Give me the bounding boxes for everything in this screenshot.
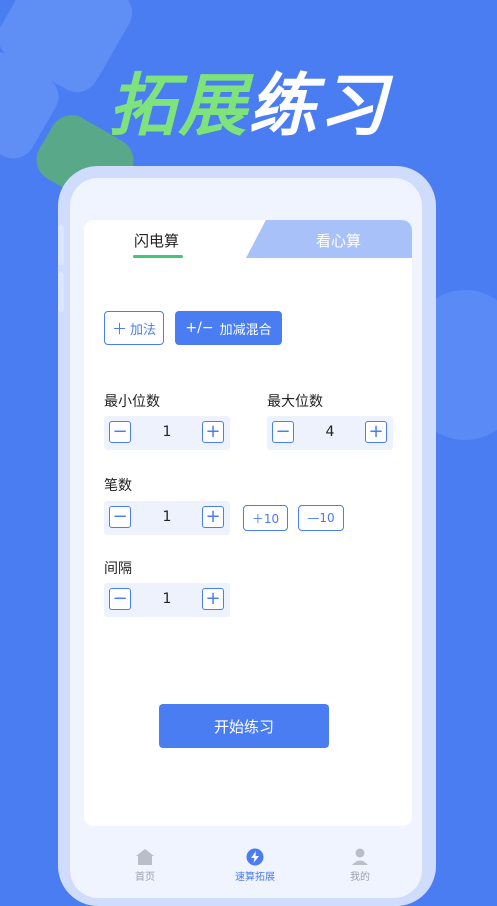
plus-button[interactable]: + [365, 421, 387, 443]
tab-mental[interactable]: 看心算 [316, 230, 361, 251]
count-label: 笔数 [104, 478, 132, 494]
plus-minus-icon: +/− [185, 320, 214, 336]
user-icon [352, 848, 368, 865]
nav-mine-label: 我的 [350, 872, 370, 883]
minus-button[interactable]: − [109, 588, 131, 610]
minus-button[interactable]: − [109, 506, 131, 528]
hero-title-part1: 拓展 [108, 67, 249, 146]
mode-mixed-button[interactable]: +/− 加减混合 [175, 311, 282, 345]
plus-button[interactable]: + [202, 506, 224, 528]
active-tab-indicator [133, 255, 183, 258]
nav-speed-calc-label: 速算拓展 [235, 872, 275, 883]
mode-mixed-label: 加减混合 [219, 322, 272, 338]
hero-title: 拓展练习 [0, 50, 497, 149]
plus-icon: ＋ [111, 319, 127, 338]
minus-button[interactable]: − [272, 421, 294, 443]
count-stepper: − 1 + [104, 501, 230, 535]
plus-ten-button[interactable]: ＋10 [243, 505, 288, 531]
nav-mine[interactable]: 我的 [330, 848, 390, 883]
start-practice-button[interactable]: 开始练习 [159, 704, 329, 748]
home-icon [136, 849, 154, 865]
tab-flash[interactable]: 闪电算 [134, 230, 179, 251]
count-value: 1 [162, 509, 172, 525]
interval-value: 1 [162, 591, 172, 607]
plus-button[interactable]: + [202, 588, 224, 610]
mode-add-label: 加法 [130, 322, 157, 338]
nav-home-label: 首页 [135, 872, 155, 883]
minus-ten-button[interactable]: —10 [298, 505, 344, 531]
max-digits-label: 最大位数 [267, 394, 323, 410]
min-digits-stepper: − 1 + [104, 416, 230, 450]
phone-side-button [58, 272, 64, 312]
minus-button[interactable]: − [109, 421, 131, 443]
nav-speed-calc[interactable]: 速算拓展 [225, 848, 285, 883]
max-digits-value: 4 [325, 424, 335, 440]
settings-card: 闪电算 看心算 ＋ 加法 +/− 加减混合 最小位数 − 1 + 最大位数 − … [84, 220, 412, 826]
min-digits-value: 1 [162, 424, 172, 440]
max-digits-stepper: − 4 + [267, 416, 393, 450]
plus-button[interactable]: + [202, 421, 224, 443]
lightning-icon [246, 848, 264, 866]
phone-side-button [58, 225, 64, 265]
min-digits-label: 最小位数 [104, 394, 160, 410]
interval-label: 间隔 [104, 561, 132, 577]
mode-add-button[interactable]: ＋ 加法 [104, 311, 164, 345]
interval-stepper: − 1 + [104, 583, 230, 617]
nav-home[interactable]: 首页 [115, 848, 175, 883]
hero-title-part2: 练习 [248, 67, 389, 146]
